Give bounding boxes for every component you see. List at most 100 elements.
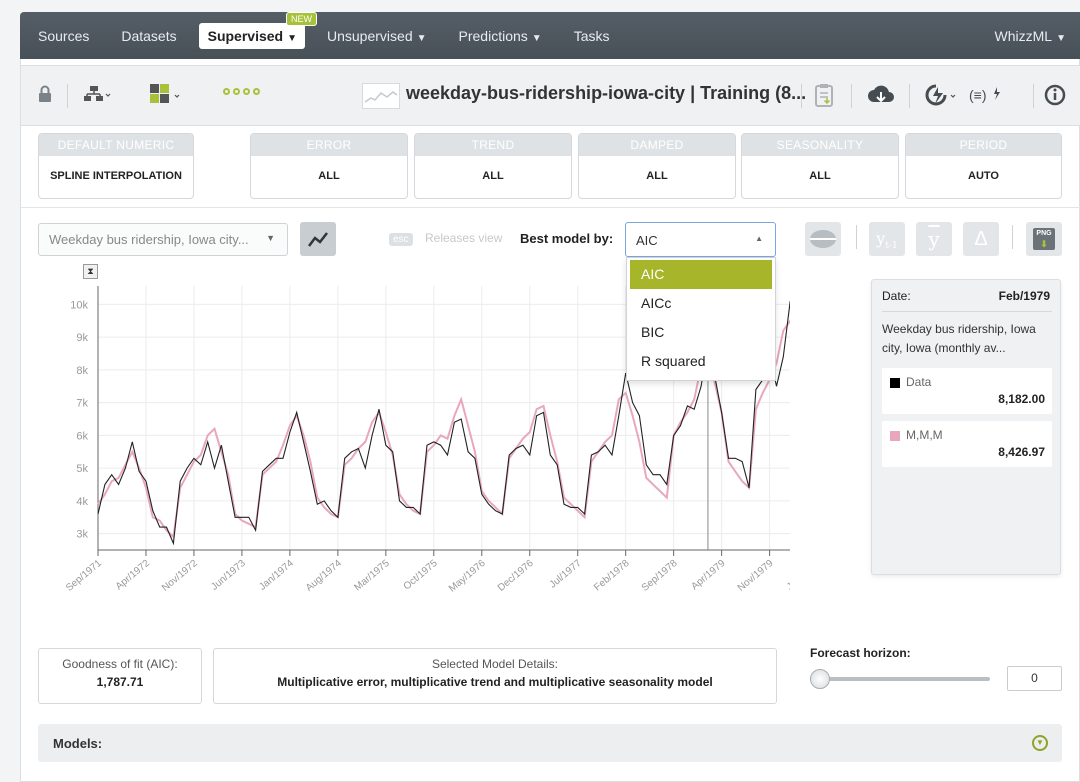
nav-sources[interactable]: Sources bbox=[38, 28, 89, 44]
more-dots-icon[interactable] bbox=[223, 88, 260, 95]
nav-unsupervised-label: Unsupervised bbox=[327, 27, 413, 44]
details-label: Selected Model Details: bbox=[431, 657, 559, 671]
png-export-button[interactable]: PNG ⬇ bbox=[1026, 222, 1062, 256]
param-header: ERROR bbox=[251, 134, 407, 156]
toolbar-separator bbox=[856, 225, 857, 249]
nav-tasks[interactable]: Tasks bbox=[574, 28, 610, 44]
dropdown-option-aic[interactable]: AIC bbox=[630, 260, 772, 289]
y-bar-icon: y bbox=[928, 227, 940, 251]
nav-unsupervised[interactable]: Unsupervised ▼ bbox=[327, 28, 427, 44]
models-label: Models: bbox=[53, 736, 103, 751]
line-chart-toggle-button[interactable] bbox=[300, 222, 336, 256]
mean-button[interactable]: y bbox=[916, 222, 952, 256]
nav-whizzml[interactable]: WhizzML ▼ bbox=[995, 28, 1066, 44]
expand-chevron-icon[interactable]: ▼ bbox=[1032, 735, 1048, 751]
sparkline-icon bbox=[362, 83, 400, 109]
dropdown-option-r-squared[interactable]: R squared bbox=[630, 347, 772, 376]
batch-forecast-icon[interactable] bbox=[924, 83, 960, 107]
reset-zoom-icon[interactable]: ⧗ bbox=[83, 264, 98, 279]
tooltip-card-mmm: M,M,M 8,426.97 bbox=[882, 421, 1052, 467]
dropdown-option-bic[interactable]: BIC bbox=[630, 318, 772, 347]
gof-value: 1,787.71 bbox=[96, 675, 144, 689]
lag-button[interactable]: yt-1 bbox=[869, 222, 905, 256]
delta-icon: Δ bbox=[974, 228, 988, 250]
param-header: DAMPED bbox=[579, 134, 735, 156]
y-tick-label: 9k bbox=[76, 332, 88, 344]
param-error: ERROR ALL bbox=[250, 133, 408, 199]
formula-icon[interactable]: (≡) bbox=[968, 83, 1006, 107]
param-seasonality: SEASONALITY ALL bbox=[741, 133, 899, 199]
x-tick-label: Aug/1974 bbox=[304, 558, 344, 594]
x-tick-label: Apr/1979 bbox=[689, 558, 727, 593]
nav-supervised-label: Supervised bbox=[207, 27, 284, 44]
x-tick-label: Oct/1975 bbox=[402, 558, 440, 593]
nav-whizzml-label: WhizzML bbox=[994, 27, 1053, 44]
tooltip-series-name: Data bbox=[906, 375, 932, 389]
tooltip-field-name: Weekday bus ridership, Iowa city, Iowa (… bbox=[882, 322, 1036, 355]
field-select[interactable]: Weekday bus ridership, Iowa city... ▼ bbox=[38, 223, 288, 256]
tooltip-series-name: M,M,M bbox=[906, 428, 943, 442]
nav-predictions-label: Predictions bbox=[458, 27, 528, 44]
caret-down-icon: ▼ bbox=[266, 233, 275, 243]
gof-label: Goodness of fit (AIC): bbox=[62, 657, 178, 671]
info-icon[interactable] bbox=[1043, 83, 1067, 107]
y-tick-label: 10k bbox=[70, 299, 88, 311]
field-select-value: Weekday bus ridership, Iowa city... bbox=[49, 232, 249, 247]
x-tick-label: Feb/1978 bbox=[592, 558, 632, 594]
y-tick-label: 6k bbox=[76, 430, 88, 442]
band-icon bbox=[810, 230, 836, 248]
legend-swatch-mmm bbox=[890, 431, 900, 441]
x-tick-label: Jun/1980 bbox=[785, 558, 790, 593]
difference-button[interactable]: Δ bbox=[963, 222, 999, 256]
toolbar-separator bbox=[1033, 84, 1034, 108]
confidence-band-button[interactable] bbox=[805, 222, 841, 256]
network-icon[interactable] bbox=[83, 85, 111, 103]
tooltip-card-data: Data 8,182.00 bbox=[882, 368, 1052, 414]
clipboard-icon[interactable] bbox=[814, 83, 834, 107]
toolbar-separator bbox=[67, 84, 68, 108]
models-section[interactable]: Models: ▼ bbox=[38, 724, 1062, 762]
line-chart-icon bbox=[308, 232, 328, 247]
tooltip-date-value: Feb/1979 bbox=[998, 289, 1050, 303]
y-tick-label: 3k bbox=[76, 529, 88, 541]
param-header: DEFAULT NUMERIC bbox=[39, 134, 193, 156]
nav-datasets[interactable]: Datasets bbox=[121, 28, 176, 44]
legend-swatch-data bbox=[890, 378, 900, 388]
lock-icon[interactable] bbox=[38, 85, 52, 103]
y-lag-icon: yt-1 bbox=[876, 229, 898, 252]
chart-tooltip-panel: Date: Feb/1979 Weekday bus ridership, Io… bbox=[871, 279, 1061, 575]
param-trend: TREND ALL bbox=[414, 133, 572, 199]
resource-toolbar: weekday-bus-ridership-iowa-city | Traini… bbox=[21, 65, 1080, 126]
forecast-horizon-input[interactable]: 0 bbox=[1007, 666, 1062, 691]
x-tick-label: Jul/1977 bbox=[548, 558, 584, 591]
nav-predictions[interactable]: Predictions ▼ bbox=[459, 28, 542, 44]
x-tick-label: Jan/1974 bbox=[257, 558, 296, 593]
param-value: ALL bbox=[809, 170, 831, 182]
nav-supervised[interactable]: Supervised ▼ NEW bbox=[198, 11, 317, 49]
forecast-horizon-label: Forecast horizon: bbox=[810, 646, 911, 660]
forecast-horizon-slider-handle[interactable] bbox=[810, 669, 830, 689]
toolbar-separator bbox=[801, 84, 802, 108]
top-navigation: Sources Datasets Supervised ▼ NEW Unsuper… bbox=[20, 11, 1080, 59]
new-badge: NEW bbox=[286, 11, 317, 26]
best-model-select[interactable]: AIC ▲ bbox=[625, 222, 776, 257]
best-model-value: AIC bbox=[636, 233, 658, 248]
x-tick-label: Nov/1979 bbox=[736, 558, 776, 594]
param-damped: DAMPED ALL bbox=[578, 133, 736, 199]
tooltip-series-value: 8,426.97 bbox=[998, 445, 1045, 459]
forecast-horizon-slider-track[interactable] bbox=[822, 677, 990, 681]
releases-view-link[interactable]: Releases view bbox=[425, 231, 502, 245]
model-details-box: Selected Model Details: Multiplicative e… bbox=[213, 648, 777, 704]
param-value: AUTO bbox=[968, 170, 999, 182]
dropdown-option-aicc[interactable]: AICc bbox=[630, 289, 772, 318]
goodness-of-fit-box: Goodness of fit (AIC): 1,787.71 bbox=[38, 648, 202, 704]
section-divider bbox=[21, 207, 1080, 208]
param-value: ALL bbox=[482, 170, 504, 182]
cloud-download-icon[interactable] bbox=[867, 83, 895, 107]
param-header: PERIOD bbox=[906, 134, 1061, 156]
toolbar-separator bbox=[1012, 225, 1013, 249]
best-model-label: Best model by: bbox=[520, 231, 614, 246]
x-tick-label: Mar/1975 bbox=[352, 558, 392, 594]
sample-dataset-icon[interactable] bbox=[149, 83, 183, 105]
param-header: TREND bbox=[415, 134, 571, 156]
